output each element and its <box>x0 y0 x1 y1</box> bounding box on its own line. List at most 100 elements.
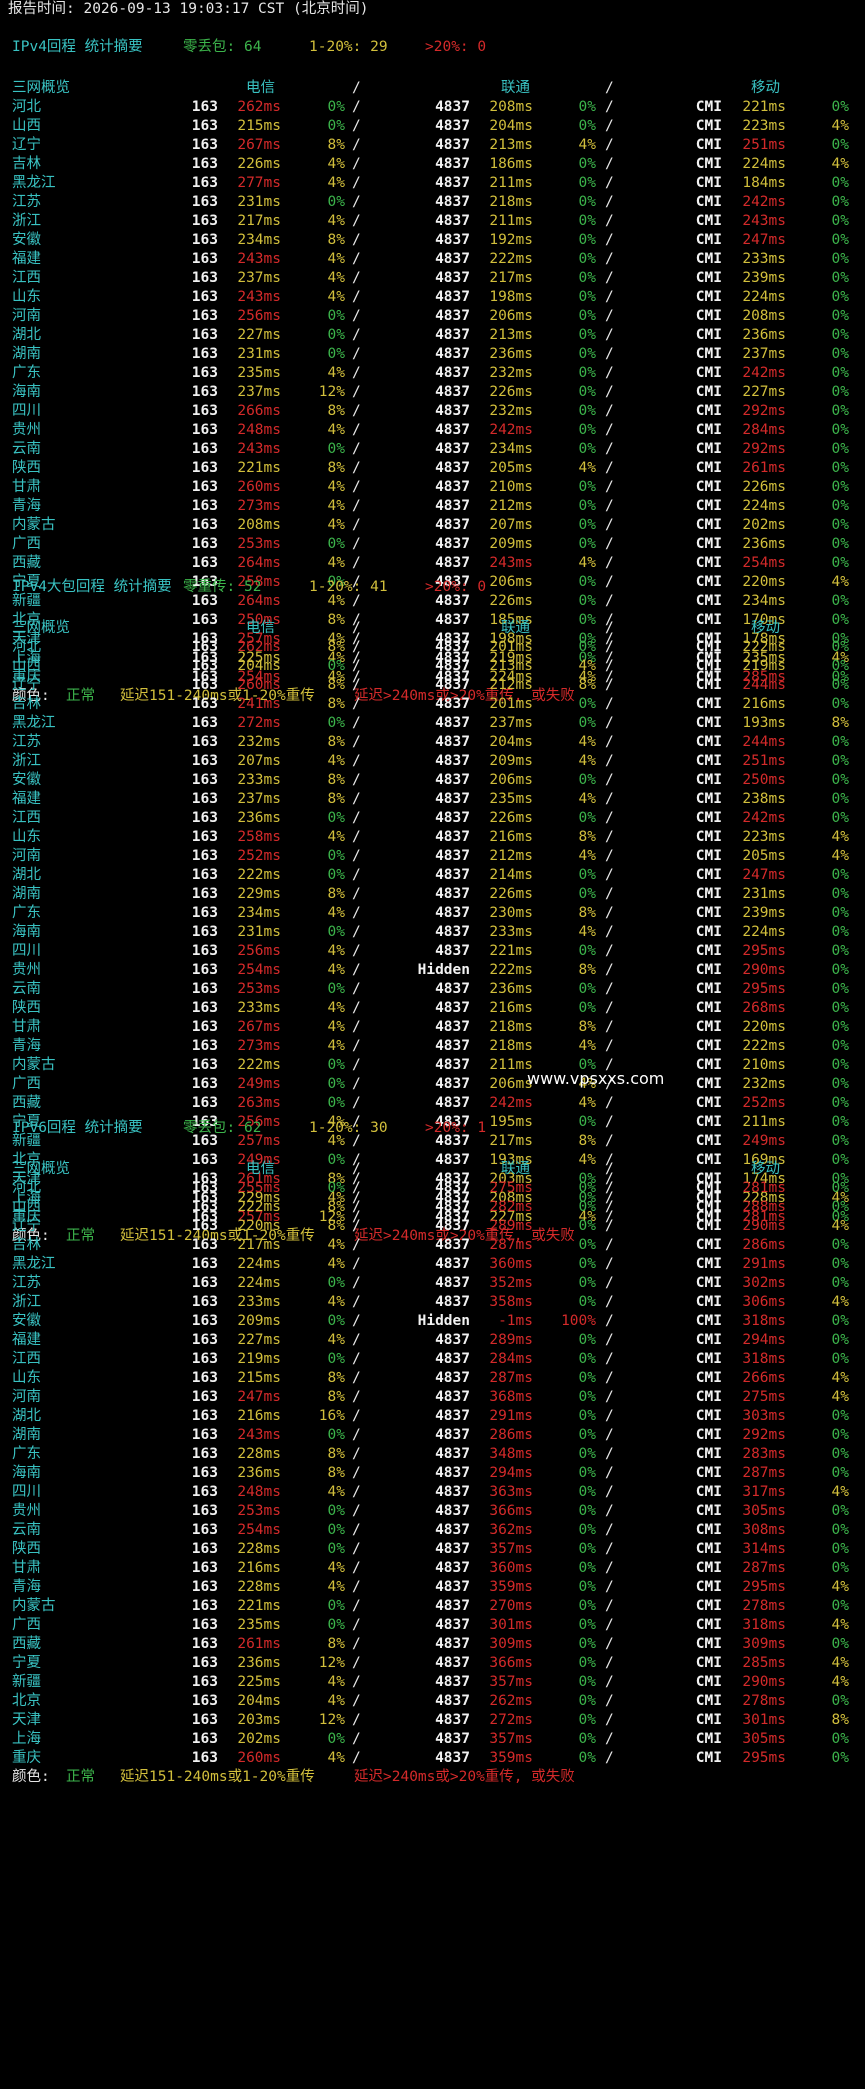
row-telecom-asn: 163 <box>191 384 218 400</box>
row-mobile-latency: 306ms <box>742 1294 786 1310</box>
row-unicom-latency: 282ms <box>489 1199 533 1215</box>
row-unicom-loss: 0% <box>578 1218 596 1234</box>
row-telecom-latency: 241ms <box>237 696 281 712</box>
row-unicom-latency: 226ms <box>489 810 533 826</box>
row-mobile-loss: 0% <box>831 658 849 674</box>
row-unicom-latency: -1ms <box>498 1313 533 1329</box>
row-telecom-latency: 237ms <box>237 384 281 400</box>
row-mobile-latency: 232ms <box>742 1076 786 1092</box>
row-telecom-loss: 0% <box>327 1180 345 1196</box>
row-unicom-latency: 204ms <box>489 118 533 134</box>
row-mobile-loss: 0% <box>831 1598 849 1614</box>
row-region: 甘肃 <box>12 1560 41 1576</box>
row-region: 河北 <box>12 99 41 115</box>
row-region: 山东 <box>12 1370 41 1386</box>
row-unicom-loss: 0% <box>578 99 596 115</box>
table-row: 内蒙古 163 221ms 0% / 4837 270ms 0% / CMI 278ms 0% <box>0 1597 865 1616</box>
row-sep: / <box>605 1579 614 1595</box>
row-mobile-loss: 0% <box>831 175 849 191</box>
row-telecom-asn: 163 <box>191 1389 218 1405</box>
row-sep: / <box>352 848 361 864</box>
row-region: 内蒙古 <box>12 517 56 533</box>
row-unicom-asn: 4837 <box>435 1560 470 1576</box>
row-telecom-asn: 163 <box>191 1313 218 1329</box>
table-row: 山东 163 258ms 4% / 4837 216ms 8% / CMI 223ms 4% <box>0 828 865 847</box>
row-mobile-loss: 0% <box>831 270 849 286</box>
row-mobile-loss: 0% <box>831 498 849 514</box>
row-sep: / <box>605 1465 614 1481</box>
row-unicom-loss: 4% <box>578 1095 596 1111</box>
row-unicom-asn: 4837 <box>435 696 470 712</box>
row-telecom-latency: 208ms <box>237 517 281 533</box>
row-mobile-loss: 0% <box>831 1351 849 1367</box>
row-telecom-loss: 0% <box>327 658 345 674</box>
row-sep: / <box>352 251 361 267</box>
row-telecom-loss: 4% <box>327 1579 345 1595</box>
row-mobile-asn: CMI <box>695 118 722 134</box>
row-mobile-loss: 0% <box>831 1693 849 1709</box>
row-region: 新疆 <box>12 1674 41 1690</box>
row-region: 山东 <box>12 289 41 305</box>
row-telecom-asn: 163 <box>191 194 218 210</box>
row-telecom-asn: 163 <box>191 213 218 229</box>
row-mobile-loss: 0% <box>831 696 849 712</box>
row-unicom-loss: 0% <box>578 1332 596 1348</box>
row-telecom-asn: 163 <box>191 1503 218 1519</box>
row-region: 山东 <box>12 829 41 845</box>
row-telecom-loss: 8% <box>327 1465 345 1481</box>
zero-loss-stat: 零丢包: 64 <box>183 39 262 55</box>
row-unicom-loss: 4% <box>578 1038 596 1054</box>
table-row: 广西 163 249ms 0%/4837 206ms 4% / CMI 232ms 0% <box>0 1075 865 1094</box>
row-sep: / <box>605 232 614 248</box>
row-mobile-loss: 4% <box>831 1218 849 1234</box>
row-sep: / <box>352 1076 361 1092</box>
row-telecom-latency: 256ms <box>237 308 281 324</box>
row-sep: / <box>352 365 361 381</box>
row-region: 上海 <box>12 1731 41 1747</box>
mid-loss-stat: 1-20%: 30 <box>309 1120 388 1136</box>
row-sep: / <box>605 384 614 400</box>
row-sep: / <box>352 1019 361 1035</box>
row-telecom-asn: 163 <box>191 365 218 381</box>
row-telecom-loss: 0% <box>327 1351 345 1367</box>
row-region: 广东 <box>12 905 41 921</box>
zero-loss-stat: 零丢包: 62 <box>183 1120 262 1136</box>
row-unicom-loss: 8% <box>578 677 596 693</box>
row-telecom-loss: 4% <box>327 270 345 286</box>
row-mobile-asn: CMI <box>695 658 722 674</box>
row-unicom-loss: 0% <box>578 943 596 959</box>
row-unicom-asn: 4837 <box>435 1693 470 1709</box>
row-telecom-loss: 0% <box>327 308 345 324</box>
row-sep: / <box>352 498 361 514</box>
header-sep: / <box>352 1161 361 1177</box>
row-mobile-asn: CMI <box>695 1294 722 1310</box>
row-sep: / <box>352 677 361 693</box>
row-mobile-asn: CMI <box>695 1427 722 1443</box>
row-region: 江苏 <box>12 1275 41 1291</box>
row-unicom-asn: 4837 <box>435 137 470 153</box>
row-region: 广西 <box>12 1617 41 1633</box>
row-mobile-loss: 0% <box>831 251 849 267</box>
row-region: 安徽 <box>12 772 41 788</box>
row-region: 吉林 <box>12 696 41 712</box>
row-telecom-latency: 204ms <box>237 658 281 674</box>
row-telecom-loss: 0% <box>327 1522 345 1538</box>
row-region: 山西 <box>12 1199 41 1215</box>
row-unicom-asn: 4837 <box>435 384 470 400</box>
row-telecom-asn: 163 <box>191 1731 218 1747</box>
row-sep: / <box>605 677 614 693</box>
row-telecom-asn: 163 <box>191 1332 218 1348</box>
row-mobile-latency: 309ms <box>742 1636 786 1652</box>
row-telecom-asn: 163 <box>191 251 218 267</box>
row-telecom-loss: 8% <box>327 232 345 248</box>
row-unicom-loss: 0% <box>578 156 596 172</box>
row-unicom-loss: 0% <box>578 270 596 286</box>
row-unicom-loss: 0% <box>578 639 596 655</box>
row-telecom-loss: 4% <box>327 517 345 533</box>
row-region: 内蒙古 <box>12 1057 56 1073</box>
row-unicom-latency: 211ms <box>489 213 533 229</box>
row-mobile-loss: 4% <box>831 1674 849 1690</box>
table-row: 河北 163 255ms 0% / 4837 275ms 0% / CMI 281ms 0% <box>0 1179 865 1198</box>
row-mobile-asn: CMI <box>695 867 722 883</box>
row-unicom-asn: 4837 <box>435 1617 470 1633</box>
